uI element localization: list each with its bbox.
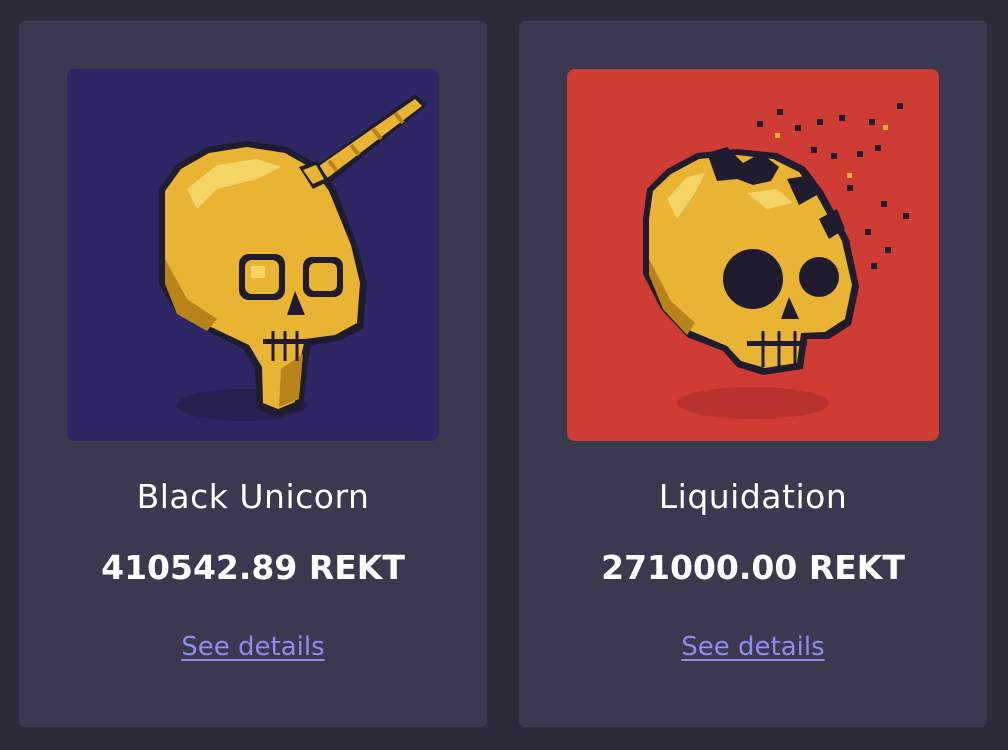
nft-price: 410542.89 REKT	[101, 548, 405, 587]
nft-name: Black Unicorn	[136, 477, 370, 516]
nft-image-liquidation[interactable]	[567, 69, 939, 441]
golden-skull-crumbling-icon	[567, 69, 939, 441]
nft-price: 271000.00 REKT	[601, 548, 905, 587]
nft-card-liquidation[interactable]: Liquidation 271000.00 REKT See details	[519, 21, 987, 727]
nft-name: Liquidation	[658, 477, 848, 516]
see-details-link[interactable]: See details	[519, 632, 987, 662]
see-details-link[interactable]: See details	[19, 632, 487, 662]
nft-card-grid: Black Unicorn 410542.89 REKT See details	[0, 0, 1008, 750]
nft-card-black-unicorn[interactable]: Black Unicorn 410542.89 REKT See details	[19, 21, 487, 727]
golden-skull-unicorn-horn-icon	[67, 69, 439, 441]
nft-image-black-unicorn[interactable]	[67, 69, 439, 441]
